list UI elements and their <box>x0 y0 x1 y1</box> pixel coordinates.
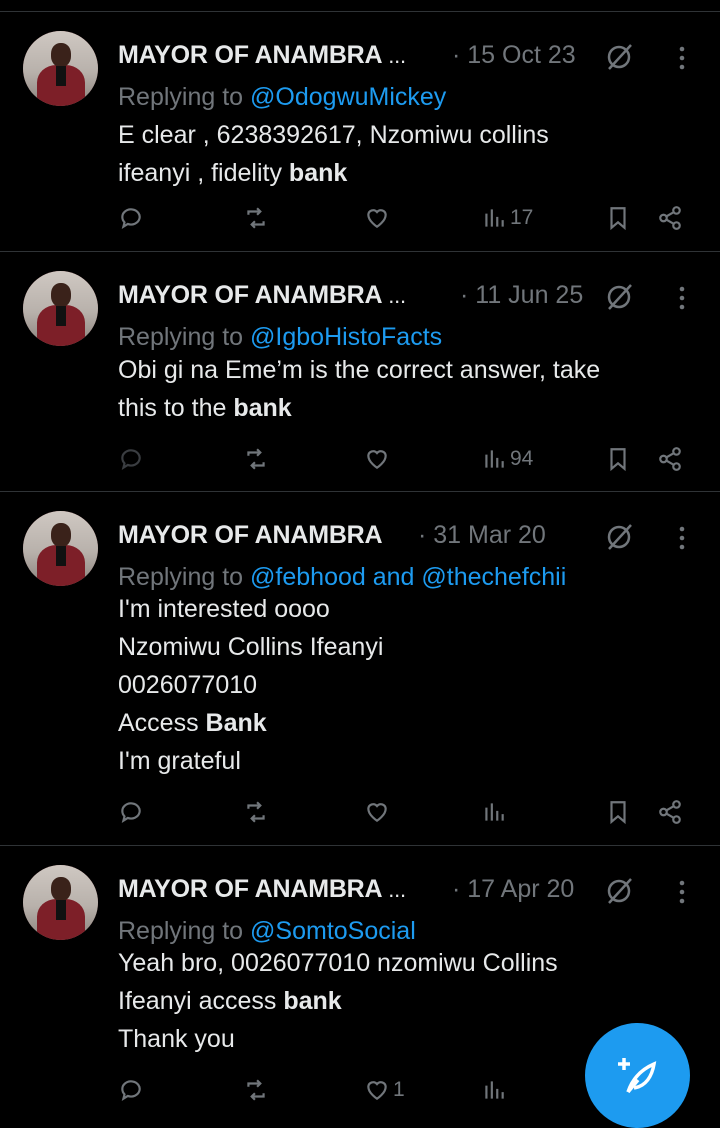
compose-post-icon <box>617 1057 656 1093</box>
author-name[interactable]: MAYOR OF ANAMBRA ... <box>118 281 406 310</box>
retweet-button[interactable] <box>243 796 269 828</box>
tweet-actions: 94 <box>0 443 720 475</box>
share-icon <box>659 206 681 230</box>
tweet-text: I'm interested oooo Nzomiwu Collins Ifea… <box>118 595 384 775</box>
like-button[interactable] <box>364 796 393 828</box>
mention-link[interactable]: @febhood <box>250 563 366 591</box>
views-icon <box>485 450 504 468</box>
more-icon[interactable] <box>672 879 692 905</box>
share-button[interactable] <box>657 443 683 475</box>
like-button[interactable] <box>364 202 393 234</box>
reply-icon <box>121 449 141 471</box>
replying-to: Replying to @IgboHistoFacts <box>118 323 443 351</box>
avatar[interactable] <box>23 271 98 346</box>
reply-button[interactable] <box>118 202 144 234</box>
mention-link[interactable]: @IgboHistoFacts <box>250 323 442 351</box>
avatar[interactable] <box>23 511 98 586</box>
like-count: 1 <box>393 1078 405 1101</box>
bookmark-icon <box>610 207 626 231</box>
retweet-button[interactable] <box>243 1074 269 1106</box>
heart-icon <box>367 450 387 469</box>
views-icon <box>485 209 504 227</box>
tweet-date[interactable]: · 15 Oct 23 <box>452 41 576 70</box>
tweet-actions <box>0 796 720 828</box>
retweet-icon <box>247 448 265 470</box>
grok-icon[interactable] <box>604 282 634 312</box>
avatar[interactable] <box>23 31 98 106</box>
tweet[interactable]: MAYOR OF ANAMBRA ... · 15 Oct 23 Replyin… <box>0 12 720 250</box>
tweet-date[interactable]: · 17 Apr 20 <box>452 875 574 904</box>
tweet[interactable]: MAYOR OF ANAMBRA ... · 11 Jun 25 Replyin… <box>0 252 720 490</box>
grok-icon[interactable] <box>604 42 634 72</box>
name-truncation: ... <box>388 877 406 902</box>
author-name[interactable]: MAYOR OF ANAMBRA <box>118 521 383 550</box>
grok-icon[interactable] <box>604 522 634 552</box>
more-icon[interactable] <box>672 525 692 551</box>
share-icon <box>659 447 681 471</box>
heart-icon <box>367 209 387 228</box>
bookmark-icon <box>610 801 626 825</box>
heart-icon <box>367 803 387 822</box>
views-button[interactable] <box>481 1074 510 1106</box>
retweet-icon <box>247 207 265 229</box>
reply-icon <box>121 802 141 824</box>
replying-to: Replying to @OdogwuMickey <box>118 83 447 111</box>
reply-button[interactable] <box>118 796 144 828</box>
name-truncation: ... <box>388 283 406 308</box>
reply-button[interactable] <box>118 1074 144 1106</box>
tweet-date[interactable]: · 11 Jun 25 <box>460 281 583 310</box>
views-button[interactable] <box>481 796 510 828</box>
retweet-icon <box>247 801 265 823</box>
retweet-icon <box>247 1079 265 1101</box>
author-name[interactable]: MAYOR OF ANAMBRA ... <box>118 41 406 70</box>
share-button[interactable] <box>657 202 683 234</box>
replying-to: Replying to @SomtoSocial <box>118 917 416 945</box>
mention-link[interactable]: @OdogwuMickey <box>250 83 446 111</box>
like-button[interactable] <box>364 443 393 475</box>
mention-link[interactable]: @thechefchii <box>421 563 566 591</box>
mention-link[interactable]: @SomtoSocial <box>250 917 416 945</box>
tweet[interactable]: MAYOR OF ANAMBRA · 31 Mar 20 Replying to… <box>0 492 720 844</box>
bookmark-button[interactable] <box>605 202 631 234</box>
retweet-button[interactable] <box>243 202 269 234</box>
views-button[interactable]: 94 <box>481 443 533 475</box>
reply-button[interactable] <box>118 443 144 475</box>
tweet-date[interactable]: · 31 Mar 20 <box>418 521 546 550</box>
grok-icon[interactable] <box>604 876 634 906</box>
compose-post-button[interactable] <box>585 1023 690 1128</box>
tweet-text: E clear , 6238392617, Nzomiwu collins if… <box>118 121 549 187</box>
tweet-actions: 17 <box>0 202 720 234</box>
bookmark-button[interactable] <box>605 796 631 828</box>
views-button[interactable]: 17 <box>481 202 533 234</box>
replying-to: Replying to @febhood and @thechefchii <box>118 563 567 591</box>
tweet-text: Obi gi na Eme’m is the correct answer, t… <box>118 356 601 422</box>
views-icon <box>485 1081 504 1099</box>
reply-icon <box>121 1080 141 1102</box>
name-truncation: ... <box>388 43 406 68</box>
like-button[interactable]: 1 <box>364 1074 405 1106</box>
bookmark-icon <box>610 448 626 472</box>
share-button[interactable] <box>657 796 683 828</box>
bookmark-button[interactable] <box>605 443 631 475</box>
share-icon <box>659 800 681 824</box>
more-icon[interactable] <box>672 45 692 71</box>
author-name[interactable]: MAYOR OF ANAMBRA ... <box>118 875 406 904</box>
views-icon <box>485 803 504 821</box>
heart-icon <box>367 1081 387 1100</box>
tweet-text: Yeah bro, 0026077010 nzomiwu Collins Ife… <box>118 949 558 1053</box>
reply-icon <box>121 208 141 230</box>
retweet-button[interactable] <box>243 443 269 475</box>
more-icon[interactable] <box>672 285 692 311</box>
avatar[interactable] <box>23 865 98 940</box>
